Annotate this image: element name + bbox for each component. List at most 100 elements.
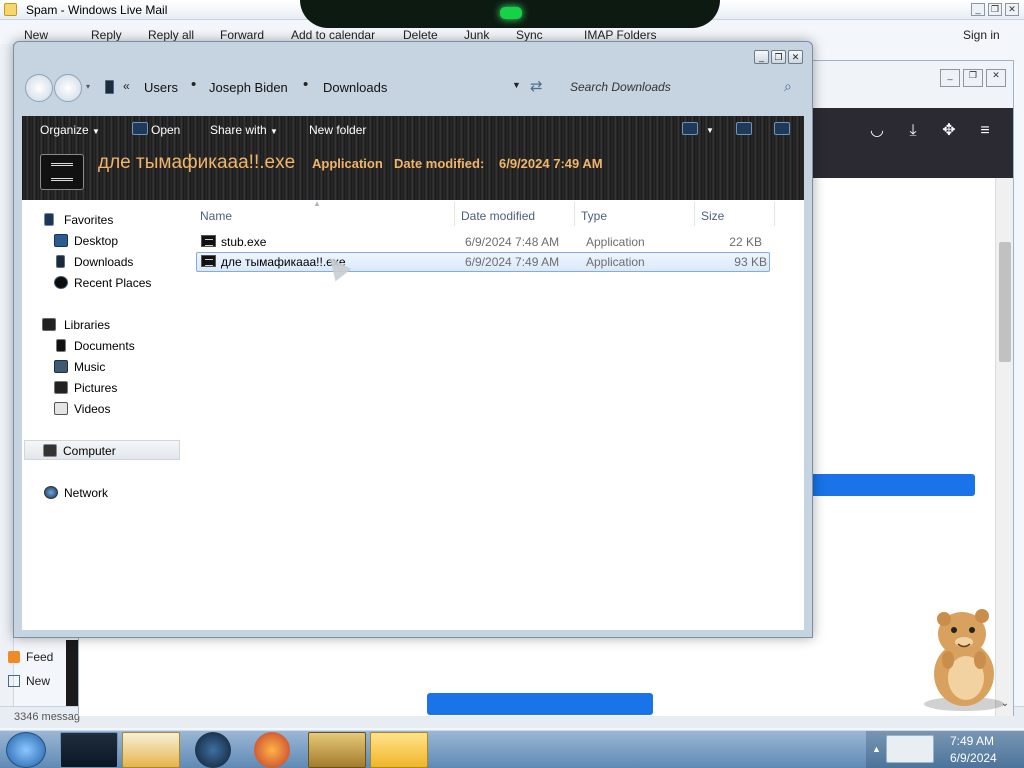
address-dropdown-icon[interactable]: ▼	[512, 80, 521, 90]
clock-time[interactable]: 7:49 AM	[950, 734, 994, 748]
folder-icon	[105, 80, 114, 94]
explorer-close-button[interactable]: ✕	[788, 50, 803, 64]
open-button[interactable]: Open	[151, 123, 180, 137]
file-type: Application	[586, 235, 645, 249]
mail-restore-button[interactable]: ❐	[988, 3, 1002, 16]
organize-button[interactable]: Organize ▼	[40, 123, 100, 137]
details-date-value: 6/9/2024 7:49 AM	[499, 156, 603, 171]
extensions-icon[interactable]: ✥	[938, 120, 960, 142]
mail-window-title: Spam - Windows Live Mail	[26, 3, 168, 17]
file-row-stub[interactable]: stub.exe 6/9/2024 7:48 AM Application 22…	[196, 232, 770, 252]
column-divider[interactable]	[574, 202, 575, 226]
details-filename: дле тымафикааа!!.exe	[98, 152, 296, 173]
help-icon[interactable]	[774, 122, 790, 135]
back-button[interactable]	[25, 74, 53, 102]
firefox-maximize-button[interactable]: ❐	[963, 69, 983, 87]
mail-sign-in-link[interactable]: Sign in	[963, 28, 1000, 42]
application-icon	[201, 235, 216, 247]
libraries-icon	[42, 318, 56, 331]
breadcrumb-downloads[interactable]: Downloads	[323, 80, 387, 95]
mail-delete-button[interactable]: Delete	[403, 28, 438, 42]
mail-junk-button[interactable]: Junk	[464, 28, 489, 42]
window-glyph-icon	[51, 163, 73, 181]
search-icon[interactable]: ⌕	[784, 78, 792, 95]
breadcrumb-joseph-biden[interactable]: Joseph Biden	[209, 80, 288, 95]
refresh-icon[interactable]: ⇄	[530, 77, 543, 95]
taskbar-media-player-button[interactable]	[122, 732, 180, 768]
page-blue-button[interactable]	[427, 693, 653, 715]
pocket-icon[interactable]: ◡	[866, 120, 888, 142]
nav-favorites[interactable]: Favorites	[22, 210, 180, 230]
firefox-minimize-button[interactable]: _	[940, 69, 960, 87]
share-with-button[interactable]: Share with ▼	[210, 123, 278, 137]
nav-libraries[interactable]: Libraries	[22, 315, 180, 335]
nav-pictures[interactable]: Pictures	[22, 378, 180, 398]
nav-desktop-label: Desktop	[74, 234, 119, 248]
mail-forward-button[interactable]: Forward	[220, 28, 264, 42]
mail-add-to-calendar-button[interactable]: Add to calendar	[291, 28, 375, 42]
file-row-selected[interactable]: дле тымафикааа!!.exe 6/9/2024 7:49 AM Ap…	[196, 252, 770, 272]
page-blue-banner[interactable]	[807, 474, 975, 496]
change-view-icon[interactable]	[682, 122, 698, 135]
downloads-icon[interactable]: ⤓	[902, 120, 924, 142]
address-bar[interactable]: « Users • Joseph Biden • Downloads ▼	[98, 74, 538, 100]
column-type[interactable]: Type	[581, 209, 607, 223]
nav-favorites-label: Favorites	[64, 213, 114, 227]
overflow-chevron-icon[interactable]: «	[123, 79, 130, 93]
recent-pages-dropdown[interactable]: ▾	[86, 82, 90, 91]
forward-button[interactable]	[54, 74, 82, 102]
breadcrumb-users[interactable]: Users	[144, 80, 178, 95]
taskbar-globe-button[interactable]	[195, 732, 231, 768]
column-date-modified[interactable]: Date modified	[461, 209, 535, 223]
menu-icon[interactable]: ≡	[974, 120, 996, 142]
mail-reply-button[interactable]: Reply	[91, 28, 122, 42]
search-input[interactable]: Search Downloads ⌕	[562, 74, 802, 100]
firefox-close-button[interactable]: ✕	[986, 69, 1006, 87]
nav-desktop[interactable]: Desktop	[22, 231, 180, 251]
nav-network[interactable]: Network	[22, 483, 180, 503]
column-divider[interactable]	[454, 202, 455, 226]
tray-app-icon[interactable]	[886, 735, 934, 763]
show-hidden-icons-icon[interactable]: ▲	[872, 744, 881, 754]
mail-new-item[interactable]: New	[8, 674, 50, 688]
nav-recent-places[interactable]: Recent Places	[22, 273, 180, 293]
nav-documents[interactable]: Documents	[22, 336, 180, 356]
clock-date[interactable]: 6/9/2024	[950, 751, 997, 765]
breadcrumb-separator-icon[interactable]: •	[191, 76, 196, 93]
mail-imap-folders-button[interactable]: IMAP Folders	[584, 28, 656, 42]
taskbar-mail-button[interactable]	[370, 732, 428, 768]
breadcrumb-separator-icon[interactable]: •	[303, 76, 308, 93]
explorer-maximize-button[interactable]: ❐	[771, 50, 786, 64]
taskbar-sandboxie-button[interactable]	[308, 732, 366, 768]
nav-downloads[interactable]: Downloads	[22, 252, 180, 272]
explorer-window: _ ❐ ✕ ▾ « Users • Joseph Biden • Downloa…	[13, 41, 813, 638]
column-size[interactable]: Size	[701, 209, 724, 223]
column-headers: ▲ Name Date modified Type Size	[188, 199, 804, 228]
column-divider[interactable]	[694, 202, 695, 226]
mail-sync-button[interactable]: Sync	[516, 28, 543, 42]
taskbar-firefox-button[interactable]	[254, 732, 290, 768]
mail-feeds-item[interactable]: Feed	[8, 650, 53, 664]
scrollbar-thumb[interactable]	[999, 242, 1011, 362]
new-folder-button[interactable]: New folder	[309, 123, 366, 137]
explorer-minimize-button[interactable]: _	[754, 50, 769, 64]
mail-close-button[interactable]: ✕	[1005, 3, 1019, 16]
chevron-down-icon: ▼	[270, 127, 278, 136]
sort-ascending-icon: ▲	[313, 199, 321, 208]
nav-videos[interactable]: Videos	[22, 399, 180, 419]
view-dropdown-icon[interactable]: ▼	[706, 126, 714, 135]
preview-pane-icon[interactable]	[736, 122, 752, 135]
nav-music[interactable]: Music	[22, 357, 180, 377]
navigation-pane: Favorites Desktop Downloads Recent Place…	[22, 200, 188, 630]
file-name: stub.exe	[221, 235, 267, 249]
file-date: 6/9/2024 7:48 AM	[465, 235, 560, 249]
mail-reply-all-button[interactable]: Reply all	[148, 28, 194, 42]
column-name[interactable]: Name	[200, 209, 232, 223]
hamster-pet-icon[interactable]	[918, 604, 1008, 712]
mail-minimize-button[interactable]: _	[971, 3, 985, 16]
start-button[interactable]	[6, 732, 46, 768]
taskbar-explorer-button[interactable]	[60, 732, 118, 768]
nav-computer[interactable]: Computer	[24, 440, 180, 460]
column-divider[interactable]	[774, 202, 775, 226]
mail-new-button[interactable]: New	[24, 28, 48, 42]
